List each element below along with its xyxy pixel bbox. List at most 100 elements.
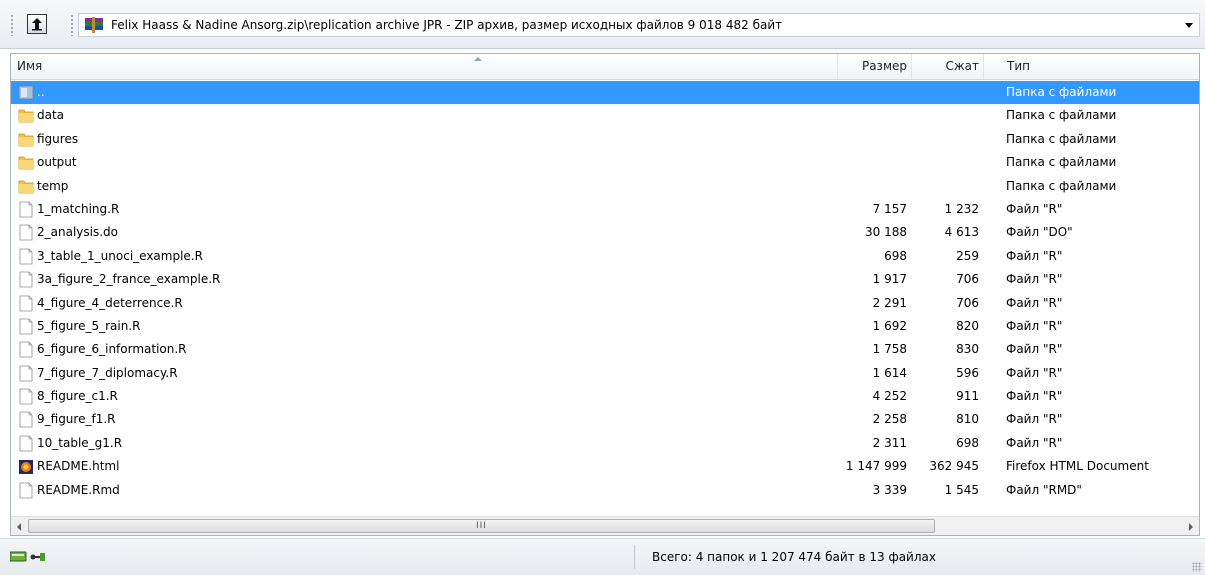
file-icon xyxy=(18,318,34,335)
file-size: 7 157 xyxy=(872,201,907,216)
table-row[interactable]: 7_figure_7_diplomacy.R 1 614 596 Файл "R" xyxy=(11,362,1199,385)
table-row[interactable]: .. Папка с файлами xyxy=(11,81,1199,105)
file-icon xyxy=(18,482,34,499)
column-type[interactable]: Тип xyxy=(984,54,1199,79)
file-name: .. xyxy=(37,85,45,99)
file-name: 2_analysis.do xyxy=(37,225,118,240)
scroll-thumb[interactable]: III xyxy=(28,519,935,533)
table-row[interactable]: 1_matching.R 7 157 1 232 Файл "R" xyxy=(11,198,1199,221)
file-type: Файл "R" xyxy=(1006,318,1063,333)
file-type: Файл "R" xyxy=(1006,435,1063,450)
table-row[interactable]: 4_figure_4_deterrence.R 2 291 706 Файл "R" xyxy=(11,292,1199,315)
file-name: 6_figure_6_information.R xyxy=(37,342,187,357)
table-row[interactable]: README.Rmd 3 339 1 545 Файл "RMD" xyxy=(11,479,1199,502)
file-name: 5_figure_5_rain.R xyxy=(37,318,141,333)
status-bar: Всего: 4 папок и 1 207 474 байт в 13 фай… xyxy=(0,538,1205,575)
file-icon xyxy=(18,341,34,358)
file-name: 4_figure_4_deterrence.R xyxy=(37,295,183,310)
file-name: 7_figure_7_diplomacy.R xyxy=(37,365,178,380)
status-summary: Всего: 4 папок и 1 207 474 байт в 13 фай… xyxy=(652,550,936,564)
column-header: Имя Размер Сжат Тип xyxy=(11,54,1199,80)
table-row[interactable]: figures Папка с файлами xyxy=(11,128,1199,151)
file-icon xyxy=(18,388,34,405)
file-packed-size: 830 xyxy=(956,342,979,357)
file-name: 3a_figure_2_france_example.R xyxy=(37,272,221,287)
file-packed-size: 706 xyxy=(956,272,979,287)
file-name: output xyxy=(37,155,77,170)
column-size[interactable]: Размер xyxy=(838,54,912,79)
chevron-down-icon[interactable] xyxy=(1185,23,1193,28)
file-icon xyxy=(18,271,34,288)
file-packed-size: 698 xyxy=(956,435,979,450)
file-size: 3 339 xyxy=(872,482,907,497)
toolbar-grip-2[interactable] xyxy=(70,14,74,36)
file-type: Файл "R" xyxy=(1006,201,1063,216)
status-divider xyxy=(634,545,635,569)
folder-icon xyxy=(18,107,34,124)
scroll-left-button[interactable] xyxy=(11,517,28,535)
file-type: Папка с файлами xyxy=(1006,155,1117,170)
file-size: 4 252 xyxy=(872,389,907,404)
address-bar: Felix Haass & Nadine Ansorg.zip\replicat… xyxy=(0,0,1205,49)
table-row[interactable]: temp Папка с файлами xyxy=(11,175,1199,198)
folder-icon xyxy=(18,178,34,195)
file-name: README.html xyxy=(37,459,120,474)
file-type: Файл "R" xyxy=(1006,295,1063,310)
file-packed-size: 1 545 xyxy=(944,482,979,497)
table-row[interactable]: 3a_figure_2_france_example.R 1 917 706 Файл… xyxy=(11,268,1199,291)
table-row[interactable]: 3_table_1_unoci_example.R 698 259 Файл "R" xyxy=(11,245,1199,268)
file-name: 9_figure_f1.R xyxy=(37,412,116,427)
file-type: Файл "DO" xyxy=(1006,225,1073,240)
table-row[interactable]: 9_figure_f1.R 2 258 810 Файл "R" xyxy=(11,408,1199,431)
file-size: 1 147 999 xyxy=(845,459,907,474)
file-type: Файл "RMD" xyxy=(1006,482,1082,497)
toolbar-grip[interactable] xyxy=(10,14,14,36)
file-packed-size: 1 232 xyxy=(944,201,979,216)
file-packed-size: 362 945 xyxy=(929,459,979,474)
path-combobox[interactable]: Felix Haass & Nadine Ansorg.zip\replicat… xyxy=(78,13,1200,37)
file-size: 2 311 xyxy=(872,435,907,450)
folder-icon xyxy=(18,131,34,148)
file-type: Файл "R" xyxy=(1006,248,1063,263)
table-row[interactable]: output Папка с файлами xyxy=(11,151,1199,174)
file-packed-size: 820 xyxy=(956,318,979,333)
resize-grip[interactable] xyxy=(1192,562,1202,572)
file-icon xyxy=(18,411,34,428)
file-size: 2 291 xyxy=(872,295,907,310)
file-icon xyxy=(18,248,34,265)
file-name: data xyxy=(37,108,65,123)
file-size: 1 692 xyxy=(872,318,907,333)
firefox-html-icon xyxy=(18,458,34,475)
file-name: figures xyxy=(37,131,79,146)
scroll-right-button[interactable] xyxy=(1182,517,1199,535)
table-row[interactable]: 5_figure_5_rain.R 1 692 820 Файл "R" xyxy=(11,315,1199,338)
horizontal-scrollbar[interactable]: III xyxy=(11,516,1199,535)
table-row[interactable]: 6_figure_6_information.R 1 758 830 Файл "R" xyxy=(11,338,1199,361)
file-type: Файл "R" xyxy=(1006,365,1063,380)
file-type: Firefox HTML Document xyxy=(1006,459,1149,474)
file-type: Папка с файлами xyxy=(1006,108,1117,123)
archive-path: Felix Haass & Nadine Ansorg.zip\replicat… xyxy=(111,18,783,32)
file-packed-size: 259 xyxy=(956,248,979,263)
table-row[interactable]: 2_analysis.do 30 188 4 613 Файл "DO" xyxy=(11,221,1199,244)
file-list[interactable]: Имя Размер Сжат Тип .. Папка с файлами dat… xyxy=(10,53,1200,536)
winrar-archive-icon xyxy=(85,17,103,33)
table-row[interactable]: README.html 1 147 999 362 945 Firefox HTML … xyxy=(11,455,1199,478)
file-name: temp xyxy=(37,178,69,193)
column-name[interactable]: Имя xyxy=(11,54,838,79)
file-type: Файл "R" xyxy=(1006,272,1063,287)
up-folder-button[interactable] xyxy=(27,14,47,34)
file-name: README.Rmd xyxy=(37,482,120,497)
drive-icon[interactable] xyxy=(10,549,46,565)
file-size: 30 188 xyxy=(865,225,907,240)
file-packed-size: 706 xyxy=(956,295,979,310)
table-row[interactable]: 10_table_g1.R 2 311 698 Файл "R" xyxy=(11,432,1199,455)
table-row[interactable]: data Папка с файлами xyxy=(11,104,1199,127)
file-name: 3_table_1_unoci_example.R xyxy=(37,248,203,263)
table-row[interactable]: 8_figure_c1.R 4 252 911 Файл "R" xyxy=(11,385,1199,408)
up-folder-icon xyxy=(32,18,42,31)
file-name: 8_figure_c1.R xyxy=(37,389,118,404)
file-size: 698 xyxy=(884,248,907,263)
column-packed[interactable]: Сжат xyxy=(912,54,984,79)
parent-folder-icon xyxy=(18,84,34,101)
